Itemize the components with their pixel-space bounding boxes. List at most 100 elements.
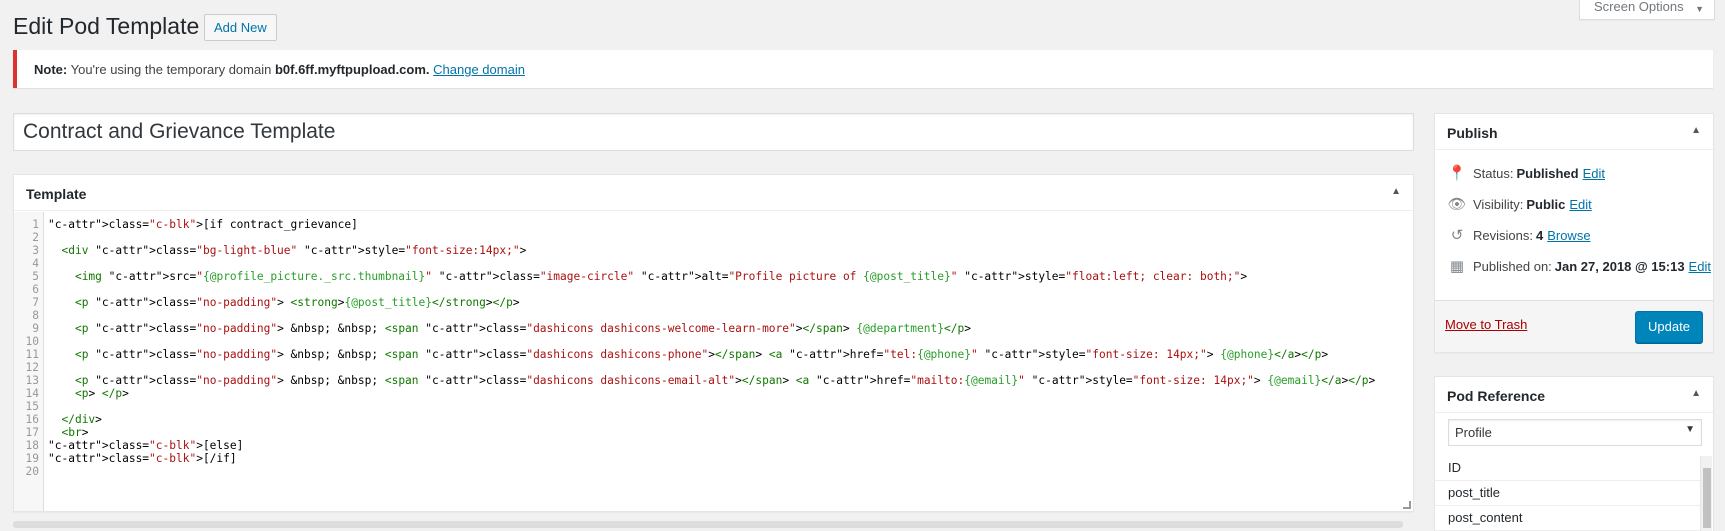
line-number: 15: [25, 400, 39, 413]
pod-select-value: Profile: [1455, 425, 1492, 440]
collapse-up-icon[interactable]: ▲: [1691, 125, 1701, 136]
pod-reference-box: Pod Reference ▲ Profile ▼ ID post_title …: [1434, 376, 1714, 531]
status-row: 📍 Status: Published Edit: [1447, 164, 1605, 182]
line-number: 16: [25, 413, 39, 426]
line-number-gutter: 1 2 3 4 5 6 7 8 9 10 11 12 13 14 15 16 17 18 19 20: [14, 212, 44, 511]
code-line[interactable]: <br>: [48, 426, 1413, 439]
caret-down-icon: ▼: [1695, 4, 1704, 14]
notice-domain: b0f.6ff.myftpupload.com.: [274, 62, 430, 77]
code-line[interactable]: <div "c-attr">class="bg-light-blue" "c-a…: [48, 244, 1413, 257]
page-title: Edit Pod Template: [13, 13, 200, 39]
list-item[interactable]: post_content: [1435, 506, 1701, 531]
code-line[interactable]: </div>: [48, 413, 1413, 426]
browse-revisions-link[interactable]: Browse: [1547, 228, 1590, 243]
status-label: Status:: [1473, 165, 1514, 181]
publish-box-title: Publish: [1447, 125, 1498, 141]
list-item[interactable]: ID: [1435, 456, 1701, 481]
horizontal-scrollbar[interactable]: [13, 521, 1403, 528]
calendar-icon: ▦: [1449, 258, 1465, 275]
code-line[interactable]: [48, 465, 1413, 478]
line-number: 14: [25, 387, 39, 400]
line-number: 6: [32, 283, 39, 296]
line-number: 5: [32, 270, 39, 283]
code-line[interactable]: "c-attr">class="c-blk">[if contract_grie…: [48, 218, 1413, 231]
visibility-row: 👁 Visibility: Public Edit: [1447, 195, 1591, 213]
publish-actions: Move to Trash Update: [1435, 300, 1713, 352]
line-number: 12: [25, 361, 39, 374]
line-number: 1: [32, 218, 39, 231]
publish-box: Publish ▲ 📍 Status: Published Edit 👁 Vis…: [1434, 113, 1714, 353]
code-line[interactable]: <p "c-attr">class="no-padding"> &nbsp; &…: [48, 322, 1413, 335]
code-editor[interactable]: 1 2 3 4 5 6 7 8 9 10 11 12 13 14 15 16 17 18 19 20 "c-attr"…: [14, 212, 1413, 511]
code-line[interactable]: [48, 257, 1413, 270]
line-number: 19: [25, 452, 39, 465]
line-number: 11: [25, 348, 39, 361]
collapse-up-icon[interactable]: ▲: [1691, 388, 1701, 399]
code-line[interactable]: "c-attr">class="c-blk">[else]: [48, 439, 1413, 452]
notice-label: Note:: [34, 62, 68, 77]
line-number: 17: [25, 426, 39, 439]
field-list: ID post_title post_content: [1435, 456, 1701, 531]
notice-text: You're using the temporary domain: [70, 62, 272, 77]
pod-select[interactable]: Profile ▼: [1448, 419, 1702, 446]
post-title-input[interactable]: Contract and Grievance Template: [13, 113, 1414, 151]
published-value: Jan 27, 2018 @ 15:13: [1554, 258, 1685, 274]
history-icon: ↺: [1450, 227, 1464, 244]
template-box-title: Template: [26, 186, 87, 202]
change-domain-link[interactable]: Change domain: [433, 62, 525, 77]
code-area[interactable]: "c-attr">class="c-blk">[if contract_grie…: [44, 212, 1413, 511]
edit-status-link[interactable]: Edit: [1583, 166, 1605, 181]
template-box: Template ▲ 1 2 3 4 5 6 7 8 9 10 11 12 13 14 15 16 17 18 19…: [13, 174, 1414, 512]
status-value: Published: [1516, 165, 1579, 181]
line-number: 10: [25, 335, 39, 348]
published-label: Published on:: [1473, 258, 1552, 274]
visibility-value: Public: [1526, 196, 1566, 212]
update-button[interactable]: Update: [1635, 311, 1703, 343]
code-line[interactable]: <img "c-attr">src="{@profile_picture._sr…: [48, 270, 1413, 283]
add-new-button[interactable]: Add New: [204, 14, 277, 41]
screen-options-button[interactable]: Screen Options ▼: [1579, 0, 1715, 20]
code-line[interactable]: <p "c-attr">class="no-padding"> &nbsp; &…: [48, 374, 1413, 387]
code-line[interactable]: [48, 400, 1413, 413]
revisions-row: ↺ Revisions: 4 Browse: [1447, 226, 1591, 244]
line-number: 18: [25, 439, 39, 452]
edit-visibility-link[interactable]: Edit: [1569, 197, 1591, 212]
revisions-value: 4: [1535, 227, 1544, 243]
code-line[interactable]: [48, 361, 1413, 374]
resize-handle-icon[interactable]: [1403, 501, 1411, 509]
code-line[interactable]: [48, 335, 1413, 348]
move-to-trash-link[interactable]: Move to Trash: [1445, 317, 1527, 332]
template-box-header[interactable]: Template ▲: [14, 175, 1413, 211]
line-number: 8: [32, 309, 39, 322]
published-on-row: ▦ Published on: Jan 27, 2018 @ 15:13 Edi…: [1447, 257, 1711, 275]
code-line[interactable]: <p> </p>: [48, 387, 1413, 400]
code-line[interactable]: [48, 231, 1413, 244]
edit-date-link[interactable]: Edit: [1689, 259, 1711, 274]
pin-icon: 📍: [1447, 165, 1467, 182]
code-line[interactable]: <p "c-attr">class="no-padding"> <strong>…: [48, 296, 1413, 309]
pod-reference-title: Pod Reference: [1447, 388, 1546, 404]
code-line[interactable]: "c-attr">class="c-blk">[/if]: [48, 452, 1413, 465]
line-number: 9: [32, 322, 39, 335]
vertical-scrollbar[interactable]: [1700, 456, 1712, 531]
list-item[interactable]: post_title: [1435, 481, 1701, 506]
eye-icon: 👁: [1447, 196, 1467, 213]
line-number: 4: [32, 257, 39, 270]
chevron-down-icon: ▼: [1685, 424, 1695, 435]
revisions-label: Revisions:: [1473, 227, 1533, 243]
domain-notice: Note: You're using the temporary domain …: [13, 50, 1713, 88]
line-number: 3: [32, 244, 39, 257]
line-number: 13: [25, 374, 39, 387]
line-number: 2: [32, 231, 39, 244]
code-line[interactable]: [48, 283, 1413, 296]
code-line[interactable]: [48, 309, 1413, 322]
collapse-up-icon[interactable]: ▲: [1391, 186, 1401, 197]
scrollbar-thumb[interactable]: [1703, 468, 1711, 528]
pod-reference-header[interactable]: Pod Reference ▲: [1435, 377, 1713, 413]
screen-options-label: Screen Options: [1594, 0, 1684, 14]
code-line[interactable]: <p "c-attr">class="no-padding"> &nbsp; &…: [48, 348, 1413, 361]
publish-box-header[interactable]: Publish ▲: [1435, 114, 1713, 150]
line-number: 20: [25, 465, 39, 478]
line-number: 7: [32, 296, 39, 309]
visibility-label: Visibility:: [1473, 196, 1524, 212]
